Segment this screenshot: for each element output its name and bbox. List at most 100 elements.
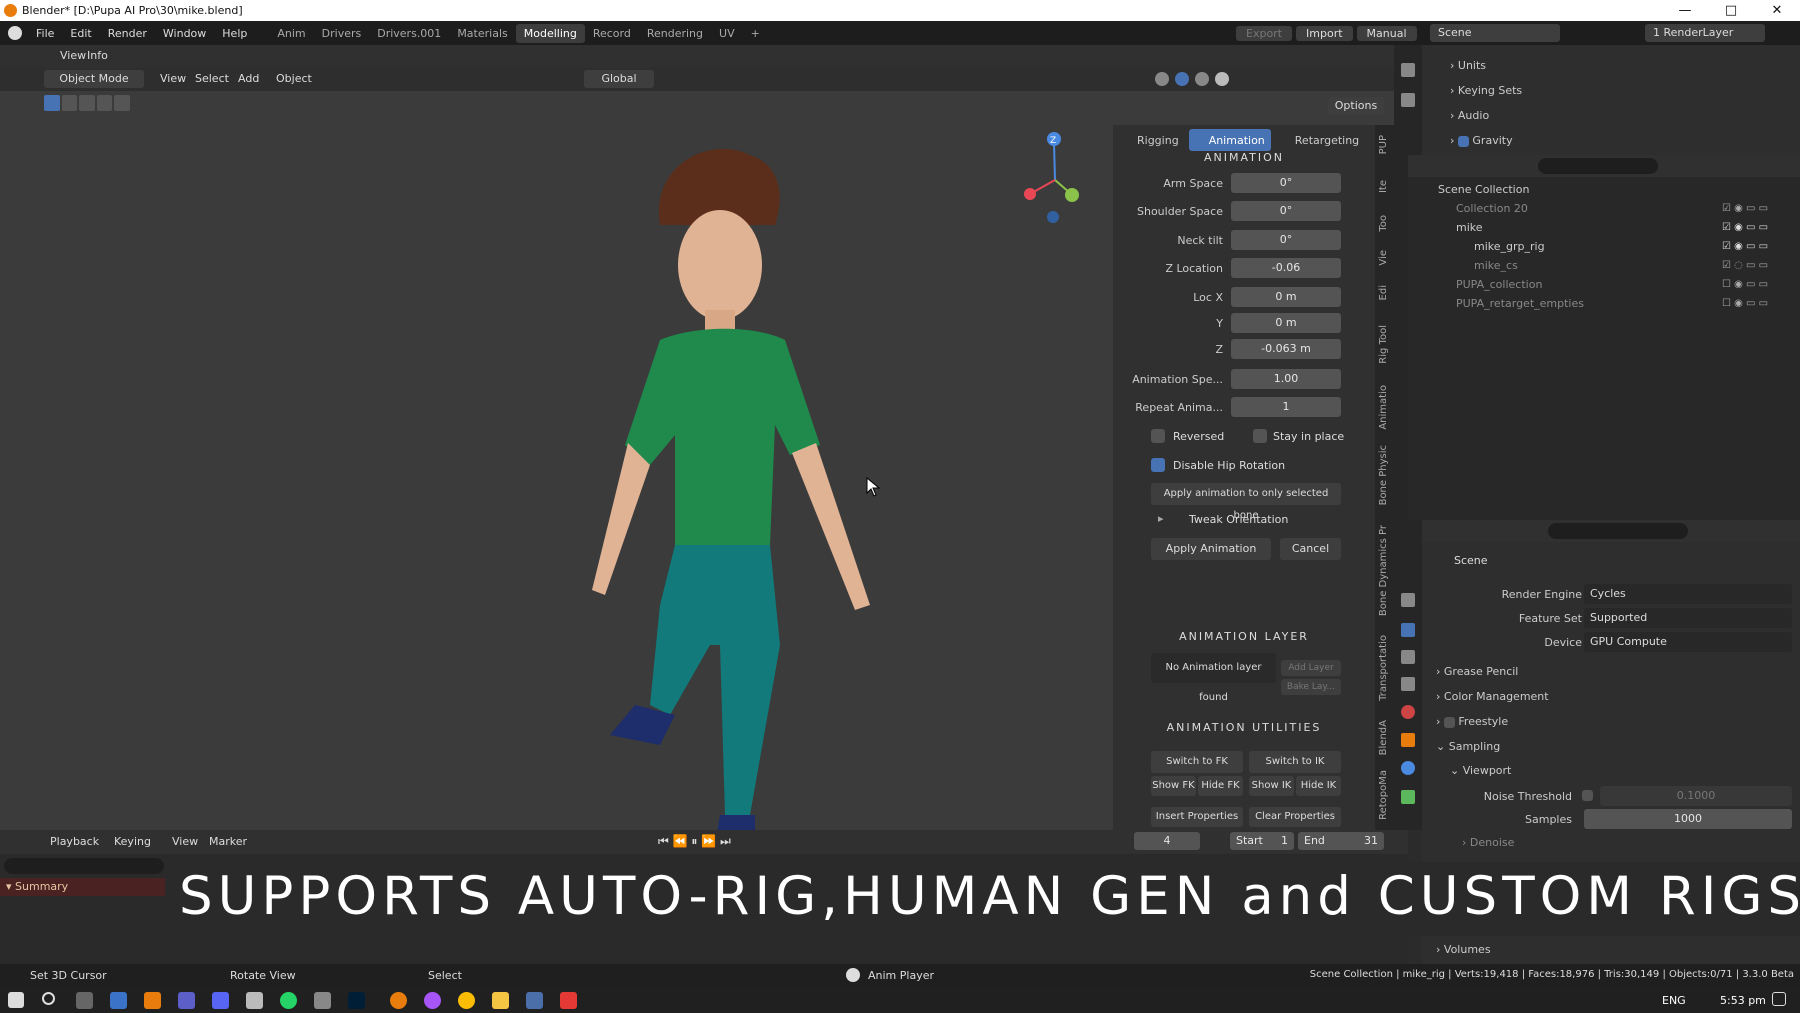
loc-z-field[interactable]: -0.063 m [1231,339,1341,359]
options-dropdown[interactable]: Options [1328,97,1384,115]
bake-layer-button[interactable]: Bake Lay... [1281,679,1341,695]
blender-taskbar-icon[interactable] [390,992,407,1009]
tool-icon[interactable] [1401,63,1415,77]
reversed-checkbox[interactable] [1151,429,1165,443]
switch-to-ik-button[interactable]: Switch to IK [1249,751,1341,773]
sidebar-tab[interactable]: Rig Tool [1378,325,1389,364]
panel-volumes[interactable]: › Volumes [1436,943,1491,956]
playback-menu[interactable]: Playback [50,835,99,848]
hide-fk-button[interactable]: Hide FK [1198,776,1243,796]
app-icon[interactable] [76,992,93,1009]
end-frame-field[interactable]: End 31 [1298,832,1384,850]
section-animation-layer-header[interactable]: ANIMATION LAYER [1113,630,1375,643]
menu-edit[interactable]: Edit [62,27,99,40]
shoulder-space-field[interactable]: 0° [1231,201,1341,221]
app-icon[interactable] [178,992,195,1009]
tab-retargeting[interactable]: Retargeting [1275,129,1365,151]
app-icon[interactable] [110,992,127,1009]
outliner-item[interactable]: Collection 20 [1456,202,1528,215]
menu-window[interactable]: Window [155,27,214,40]
view-layer-icon[interactable] [1401,677,1415,691]
scene-selector[interactable]: Scene [1430,24,1560,42]
tweak-orientation-label[interactable]: Tweak Orientation [1189,513,1288,526]
apply-animation-button[interactable]: Apply Animation [1151,538,1271,560]
sidebar-tab[interactable]: Transportatio [1378,635,1389,701]
blender-menu-icon[interactable] [8,26,22,40]
object-icon[interactable] [1401,733,1415,747]
tab-animation[interactable]: Animation [1188,129,1271,151]
sidebar-tab[interactable]: RetopoMa [1378,770,1389,820]
app-icon[interactable] [246,992,263,1009]
panel-sampling[interactable]: ⌄ Sampling [1436,740,1500,753]
manual-button[interactable]: Manual [1356,25,1417,41]
app-icon[interactable] [424,992,441,1009]
panel-freestyle[interactable]: › Freestyle [1436,715,1508,728]
clear-properties-button[interactable]: Clear Properties K... [1249,807,1341,842]
loc-y-field[interactable]: 0 m [1231,313,1341,333]
character-model[interactable] [510,125,900,845]
scene-icon[interactable] [1401,705,1415,719]
section-animation-header[interactable]: ANIMATION [1113,151,1375,164]
feature-set-select[interactable]: Supported [1584,608,1792,628]
bone-icon[interactable] [1401,790,1415,804]
disable-hip-rotation-checkbox[interactable] [1151,458,1165,472]
samples-field[interactable]: 1000 [1584,809,1792,829]
properties-search-input[interactable] [1548,523,1688,539]
render-engine-select[interactable]: Cycles [1584,584,1792,604]
app-icon[interactable] [314,992,331,1009]
workspace-tab[interactable]: UV [711,24,743,43]
app-icon[interactable] [144,992,161,1009]
app-icon[interactable] [492,992,509,1009]
menu-file[interactable]: File [28,27,62,40]
workspace-tab-active[interactable]: Modelling [515,23,585,43]
section-animation-utilities-header[interactable]: ANIMATION UTILITIES [1113,721,1375,734]
output-icon[interactable] [1401,650,1415,664]
panel-audio[interactable]: › Audio [1450,109,1489,122]
sidebar-tab[interactable]: PUP [1378,135,1389,154]
panel-keying-sets[interactable]: › Keying Sets [1450,84,1522,97]
workspace-tab[interactable]: Anim [269,24,313,43]
viewport-view-menu[interactable]: View [160,72,186,85]
search-icon[interactable] [42,992,55,1005]
notification-icon[interactable] [1772,992,1786,1006]
cancel-button[interactable]: Cancel [1280,538,1341,560]
panel-color-management[interactable]: › Color Management [1436,690,1549,703]
start-menu-icon[interactable] [8,992,24,1008]
loc-x-field[interactable]: 0 m [1231,287,1341,307]
sidebar-tab[interactable]: Ite [1378,180,1389,193]
export-button[interactable]: Export [1236,25,1293,41]
outliner-item[interactable]: mike [1456,221,1483,234]
stay-in-place-checkbox[interactable] [1253,429,1267,443]
outliner-item[interactable]: Scene Collection [1438,183,1529,196]
arm-space-field[interactable]: 0° [1231,173,1341,193]
viewport-object-menu[interactable]: Object [276,72,312,85]
current-frame-field[interactable]: 4 [1134,832,1200,850]
visibility-toggles[interactable]: ☑ ◉ ▭ ▭ ☑ ◉ ▭ ▭ ☑ ◉ ▭ ▭ ☑ ◌ ▭ ▭ ☐ ◉ ▭ ▭ ☐ ◉ ▭… [1722,203,1792,313]
marker-menu[interactable]: Marker [209,835,247,848]
viewport-add-menu[interactable]: Add [238,72,259,85]
render-properties-icon[interactable] [1401,623,1415,637]
panel-viewport[interactable]: ⌄ Viewport [1450,764,1511,777]
workspace-tab[interactable]: Drivers.001 [369,24,449,43]
outliner-item[interactable]: mike_cs [1474,259,1518,272]
keying-menu[interactable]: Keying [114,835,151,848]
app-icon[interactable] [348,992,365,1009]
sidebar-tab[interactable]: Too [1378,215,1389,232]
render-icon[interactable] [1401,93,1415,107]
constraint-icon[interactable] [1401,761,1415,775]
view-layer-selector[interactable]: 1 RenderLayer [1645,24,1765,42]
panel-units[interactable]: › Units [1450,59,1486,72]
close-button[interactable]: ✕ [1754,0,1800,21]
outliner-item[interactable]: PUPA_retarget_empties [1456,297,1584,310]
outliner-search-input[interactable] [1538,158,1658,174]
apply-selected-bone-button[interactable]: Apply animation to only selected bone [1151,483,1341,521]
z-location-field[interactable]: -0.06 [1231,258,1341,278]
workspace-tab[interactable]: Drivers [314,24,370,43]
minimize-button[interactable]: — [1662,0,1708,21]
summary-channel[interactable]: ▾ Summary [0,878,165,896]
neck-tilt-field[interactable]: 0° [1231,230,1341,250]
outliner-item[interactable]: mike_grp_rig [1474,240,1545,253]
panel-denoise[interactable]: › Denoise [1462,836,1514,849]
info-menu[interactable]: Info [87,49,108,62]
tab-rigging[interactable]: Rigging [1117,129,1185,151]
